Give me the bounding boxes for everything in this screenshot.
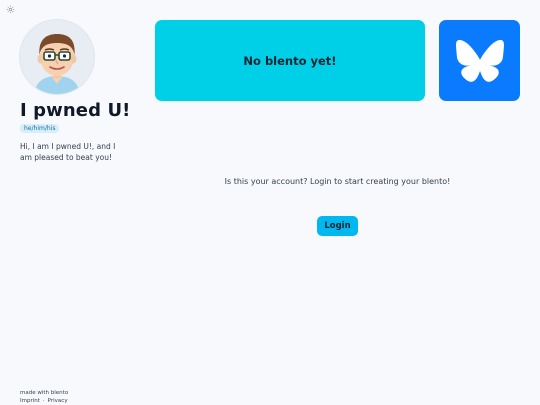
bluesky-card[interactable] [439,20,520,101]
privacy-link[interactable]: Privacy [48,398,68,404]
butterfly-icon [455,39,504,82]
pronouns-badge: he/him/his [20,124,60,133]
login-button[interactable]: Login [317,216,358,236]
avatar [20,20,94,94]
gear-icon[interactable] [6,5,15,14]
imprint-link[interactable]: Imprint [20,398,40,404]
footer-separator: · [42,398,45,404]
made-with-text: made with blento [20,390,69,396]
avatar-illustration [20,20,94,94]
empty-blento-text: No blento yet! [243,53,337,68]
login-prompt: Is this your account? Login to start cre… [224,177,451,186]
profile-name: I pwned U! [20,100,131,121]
footer: made with blento Imprint · Privacy [20,389,68,405]
empty-blento-card: No blento yet! [155,20,425,101]
profile-bio: Hi, I am I pwned U!, and I am pleased to… [20,142,116,162]
